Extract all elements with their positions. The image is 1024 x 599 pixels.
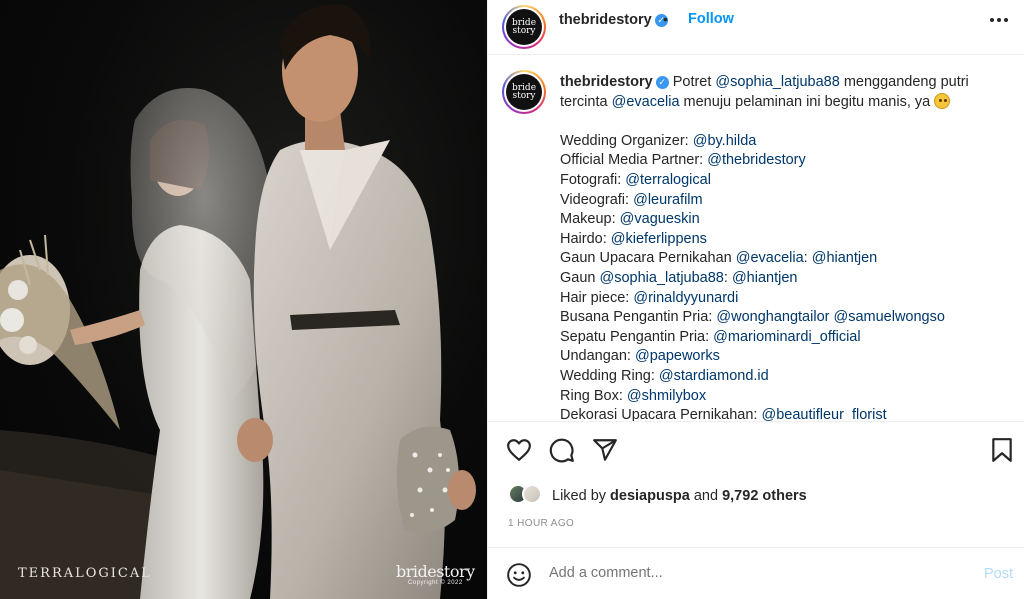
mention-link[interactable]: @leurafilm	[633, 192, 703, 208]
mention-link[interactable]: @evacelia	[736, 250, 804, 266]
mention-link[interactable]: @terralogical	[625, 172, 711, 188]
mention-link[interactable]: @sophia_latjuba88	[600, 270, 724, 286]
mention-link[interactable]: @hiantjen	[732, 270, 798, 286]
caption-line: thebridestory ✓ Potret @sophia_latjuba88 …	[560, 73, 990, 93]
caption-text: Potret	[672, 74, 716, 90]
avatar-logo-text: bride story	[506, 9, 542, 45]
post-timestamp[interactable]: 1 HOUR AGO	[508, 518, 574, 529]
caption-text: Fotografi:	[560, 171, 626, 188]
caption-username[interactable]: thebridestory	[560, 74, 653, 90]
mention-link[interactable]: @stardiamond.id	[659, 368, 769, 384]
mention-link[interactable]: @rinaldyyunardi	[633, 290, 738, 306]
header-username-text[interactable]: thebridestory	[559, 12, 652, 28]
likes-summary: Liked by desiapuspa and 9,792 others	[508, 484, 807, 506]
header-avatar[interactable]: bride story	[502, 5, 546, 49]
brand-watermark-copyright: Copyright © 2022	[407, 580, 463, 586]
post-actions: Liked by desiapuspa and 9,792 others 1 H…	[488, 421, 1024, 546]
caption-line: Fotografi: @terralogical	[560, 171, 990, 191]
caption-text: Videografi:	[560, 191, 634, 208]
comment-bar: Post	[488, 547, 1024, 599]
caption-text: Gaun	[560, 269, 600, 286]
caption-text: :	[723, 269, 732, 286]
caption-text: tercinta	[560, 93, 612, 110]
caption-text: Undangan:	[560, 348, 635, 365]
verified-badge-icon: ✓	[655, 76, 669, 89]
caption-line: Sepatu Pengantin Pria: @mariominardi_off…	[560, 328, 990, 348]
mention-link[interactable]: @samuelwongso	[834, 309, 945, 325]
bookmark-icon[interactable]	[990, 437, 1014, 468]
likes-count-link[interactable]: 9,792 others	[722, 488, 807, 504]
caption-text: Official Media Partner:	[560, 152, 708, 169]
liked-by-avatars[interactable]	[508, 484, 548, 506]
mention-link[interactable]: @papeworks	[635, 348, 720, 364]
more-options-icon[interactable]	[989, 10, 1009, 33]
caption-text: :	[803, 250, 812, 267]
caption-text: menggandeng putri	[839, 74, 969, 90]
brand-watermark-name: bridestory	[396, 562, 475, 581]
caption-line: Wedding Organizer: @by.hilda	[560, 132, 990, 152]
caption-line: Gaun Upacara Pernikahan @evacelia: @hian…	[560, 249, 990, 269]
caption-line: Busana Pengantin Pria: @wonghangtailor @…	[560, 308, 990, 328]
caption-line: Wedding Ring: @stardiamond.id	[560, 367, 990, 387]
brand-watermark: bridestory Copyright © 2022	[396, 562, 475, 586]
heart-icon[interactable]	[506, 437, 532, 468]
post-caption: thebridestory ✓ Potret @sophia_latjuba88 …	[560, 73, 990, 421]
caption-text: Dekorasi Upacara Pernikahan:	[560, 407, 762, 421]
caption-text: Hairdo:	[560, 230, 611, 247]
wedding-photo-illustration	[0, 4, 476, 599]
caption-line: Videografi: @leurafilm	[560, 191, 990, 211]
caption-text: Sepatu Pengantin Pria:	[560, 328, 714, 345]
caption-text: menuju pelaminan ini begitu manis, ya	[679, 93, 935, 110]
caption-scroll-area[interactable]: bride story thebridestory ✓ Potret @sophi…	[488, 56, 1024, 421]
mention-link[interactable]: @shmilybox	[627, 388, 706, 404]
caption-text: Makeup:	[560, 211, 620, 228]
caption-line: Ring Box: @shmilybox	[560, 387, 990, 407]
caption-text: Gaun Upacara Pernikahan	[560, 250, 736, 267]
caption-line: Hair piece: @rinaldyyunardi	[560, 289, 990, 309]
comment-icon[interactable]	[549, 437, 575, 468]
emoji-picker-icon[interactable]	[506, 562, 532, 593]
caption-line: Undangan: @papeworks	[560, 347, 990, 367]
caption-line: tercinta @evacelia menuju pelaminan ini …	[560, 92, 990, 113]
caption-line: Hairdo: @kieferlippens	[560, 230, 990, 250]
post-comment-button[interactable]: Post	[984, 566, 1013, 582]
caption-line: Official Media Partner: @thebridestory	[560, 151, 990, 171]
mention-link[interactable]: @sophia_latjuba88	[715, 74, 839, 90]
caption-text: Wedding Ring:	[560, 367, 659, 384]
liked-by-user-link[interactable]: desiapuspa	[610, 488, 690, 504]
caption-text: Busana Pengantin Pria:	[560, 309, 717, 326]
caption-text: Wedding Organizer:	[560, 132, 693, 149]
caption-line: Dekorasi Upacara Pernikahan: @beautifleu…	[560, 406, 990, 421]
mention-link[interactable]: @kieferlippens	[611, 231, 707, 247]
follow-button[interactable]: Follow	[688, 11, 734, 27]
mention-link[interactable]: @by.hilda	[693, 133, 757, 149]
mention-link[interactable]: @hiantjen	[812, 250, 878, 266]
mention-link[interactable]: @mariominardi_official	[713, 329, 860, 345]
caption-line	[560, 112, 990, 132]
mention-link[interactable]: @evacelia	[612, 94, 680, 110]
post-header: bride story thebridestory ✓ • Follow	[488, 0, 1024, 55]
avatar-logo-text: bride story	[506, 74, 542, 110]
header-separator: •	[663, 11, 668, 27]
mention-link[interactable]: @beautifleur_florist	[762, 407, 887, 421]
caption-line: Makeup: @vagueskin	[560, 210, 990, 230]
post-side-panel: bride story thebridestory ✓ • Follow brid…	[487, 0, 1024, 599]
mention-link[interactable]: @thebridestory	[707, 152, 806, 168]
caption-line: Gaun @sophia_latjuba88: @hiantjen	[560, 269, 990, 289]
pleading-face-emoji-icon	[934, 92, 951, 109]
caption-text: Ring Box:	[560, 387, 627, 404]
caption-avatar[interactable]: bride story	[502, 70, 546, 114]
photographer-watermark: TERRALOGICAL	[18, 566, 152, 581]
header-username[interactable]: thebridestory ✓	[559, 12, 668, 28]
mention-link[interactable]: @vagueskin	[620, 211, 700, 227]
share-icon[interactable]	[592, 437, 618, 468]
liked-prefix: Liked by	[552, 488, 607, 504]
post-photo[interactable]: TERRALOGICAL bridestory Copyright © 2022	[0, 0, 487, 599]
comment-input[interactable]	[549, 565, 969, 581]
liked-and: and	[693, 488, 719, 504]
mention-link[interactable]: @wonghangtailor	[716, 309, 829, 325]
caption-text: Hair piece:	[560, 289, 634, 306]
